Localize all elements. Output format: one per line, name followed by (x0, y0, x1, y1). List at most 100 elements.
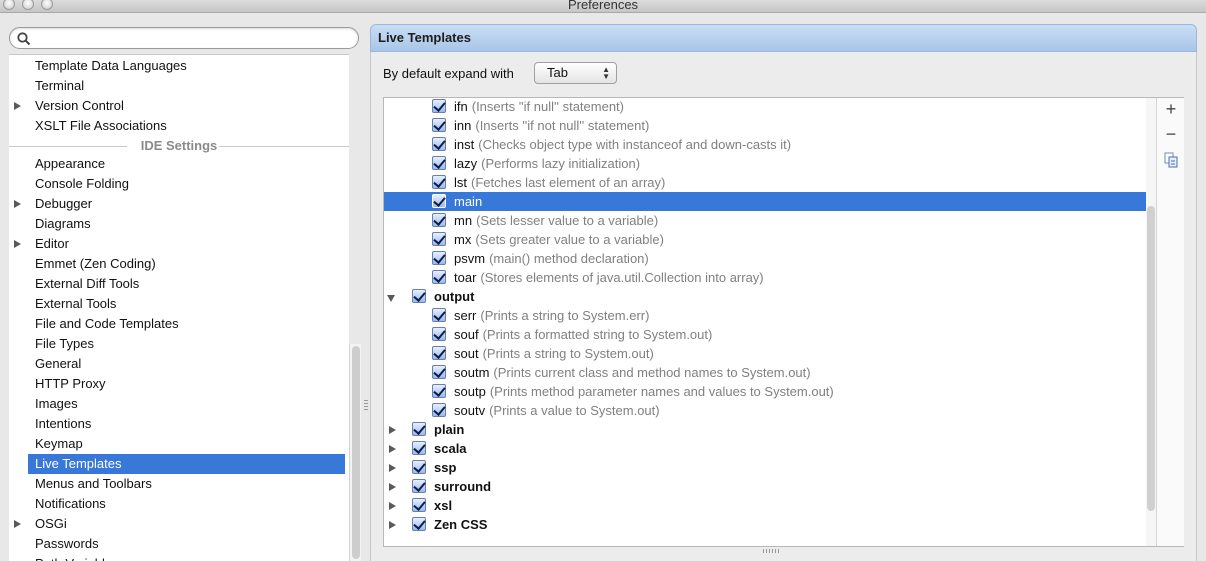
template-row[interactable]: soutp (Prints method parameter names and … (384, 382, 1146, 401)
template-row[interactable]: inn (Inserts ''if not null'' statement) (384, 116, 1146, 135)
search-input[interactable] (9, 27, 359, 49)
sidebar-item[interactable]: Keymap (9, 434, 349, 454)
sidebar-item[interactable]: File and Code Templates (9, 314, 349, 334)
sidebar-item[interactable]: XSLT File Associations (9, 116, 349, 136)
template-checkbox[interactable] (432, 270, 446, 284)
template-group-row[interactable]: Zen CSS (384, 515, 1146, 534)
sidebar-item[interactable]: Appearance (9, 154, 349, 174)
template-row[interactable]: soutv (Prints a value to System.out) (384, 401, 1146, 420)
sidebar-item[interactable]: External Tools (9, 294, 349, 314)
template-checkbox[interactable] (432, 251, 446, 265)
sidebar-item[interactable]: OSGi (9, 514, 349, 534)
sidebar-item[interactable]: Notifications (9, 494, 349, 514)
template-row[interactable]: mn (Sets lesser value to a variable) (384, 211, 1146, 230)
template-checkbox[interactable] (432, 194, 446, 208)
sidebar-item[interactable]: Emmet (Zen Coding) (9, 254, 349, 274)
sidebar-item[interactable]: Debugger (9, 194, 349, 214)
templates-scrollbar[interactable] (1146, 98, 1156, 546)
remove-icon[interactable]: − (1164, 125, 1178, 143)
template-group-row[interactable]: surround (384, 477, 1146, 496)
template-checkbox[interactable] (432, 327, 446, 341)
template-checkbox[interactable] (432, 346, 446, 360)
template-checkbox[interactable] (412, 441, 426, 455)
template-abbreviation: scala (434, 441, 467, 456)
sidebar-scrollbar-thumb[interactable] (352, 346, 360, 559)
sidebar-item[interactable]: External Diff Tools (9, 274, 349, 294)
sidebar-item[interactable]: HTTP Proxy (9, 374, 349, 394)
template-row[interactable]: ifn (Inserts ''if null'' statement) (384, 98, 1146, 116)
template-checkbox[interactable] (432, 156, 446, 170)
expand-arrow-icon[interactable] (14, 240, 21, 248)
sidebar-item-label: Emmet (Zen Coding) (35, 256, 156, 271)
add-icon[interactable]: + (1164, 100, 1178, 118)
template-row[interactable]: soutm (Prints current class and method na… (384, 363, 1146, 382)
template-row[interactable]: lazy (Performs lazy initialization) (384, 154, 1146, 173)
sidebar-item[interactable]: Passwords (9, 534, 349, 554)
template-text: xsl (434, 496, 452, 515)
template-checkbox[interactable] (432, 232, 446, 246)
template-group-row[interactable]: scala (384, 439, 1146, 458)
template-checkbox[interactable] (432, 403, 446, 417)
templates-scrollbar-thumb[interactable] (1147, 206, 1155, 511)
search-icon (17, 32, 31, 46)
template-checkbox[interactable] (432, 99, 446, 113)
sidebar-item[interactable]: Intentions (9, 414, 349, 434)
template-checkbox[interactable] (432, 384, 446, 398)
pane-splitter[interactable] (363, 14, 370, 561)
expand-arrow-icon[interactable] (389, 464, 396, 472)
template-checkbox[interactable] (412, 289, 426, 303)
sidebar-item[interactable]: Menus and Toolbars (9, 474, 349, 494)
resize-grip-icon[interactable] (763, 549, 779, 553)
sidebar-item[interactable]: Diagrams (9, 214, 349, 234)
sidebar-item[interactable]: Images (9, 394, 349, 414)
template-description: (Sets lesser value to a variable) (476, 213, 659, 228)
template-row[interactable]: sout (Prints a string to System.out) (384, 344, 1146, 363)
template-checkbox[interactable] (432, 365, 446, 379)
sidebar-scrollbar[interactable] (349, 344, 361, 561)
sidebar-item[interactable]: Console Folding (9, 174, 349, 194)
expand-arrow-icon[interactable] (389, 502, 396, 510)
expand-arrow-icon[interactable] (14, 520, 21, 528)
template-row[interactable]: mx (Sets greater value to a variable) (384, 230, 1146, 249)
expand-arrow-icon[interactable] (389, 445, 396, 453)
template-checkbox[interactable] (412, 479, 426, 493)
template-checkbox[interactable] (432, 308, 446, 322)
template-checkbox[interactable] (412, 422, 426, 436)
template-checkbox[interactable] (432, 175, 446, 189)
template-row[interactable]: toar (Stores elements of java.util.Collec… (384, 268, 1146, 287)
collapse-arrow-icon[interactable] (387, 295, 395, 302)
sidebar-item[interactable]: General (9, 354, 349, 374)
template-checkbox[interactable] (412, 498, 426, 512)
template-group-row[interactable]: output (384, 287, 1146, 306)
template-group-row[interactable]: xsl (384, 496, 1146, 515)
template-group-row[interactable]: plain (384, 420, 1146, 439)
template-checkbox[interactable] (412, 517, 426, 531)
template-row[interactable]: serr (Prints a string to System.err) (384, 306, 1146, 325)
template-description: (Stores elements of java.util.Collection… (480, 270, 764, 285)
template-checkbox[interactable] (432, 137, 446, 151)
template-checkbox[interactable] (432, 118, 446, 132)
template-checkbox[interactable] (432, 213, 446, 227)
sidebar-item[interactable]: Editor (9, 234, 349, 254)
template-abbreviation: psvm (454, 251, 486, 266)
expand-arrow-icon[interactable] (389, 483, 396, 491)
sidebar-item[interactable]: Live Templates (28, 454, 345, 474)
sidebar-item[interactable]: Version Control (9, 96, 349, 116)
sidebar-item[interactable]: Template Data Languages (9, 56, 349, 76)
sidebar-item[interactable]: Terminal (9, 76, 349, 96)
copy-icon[interactable] (1164, 152, 1178, 168)
expand-with-select[interactable]: Tab ▲ ▼ (534, 62, 617, 84)
sidebar-item[interactable]: File Types (9, 334, 349, 354)
template-row[interactable]: lst (Fetches last element of an array) (384, 173, 1146, 192)
expand-arrow-icon[interactable] (389, 521, 396, 529)
template-checkbox[interactable] (412, 460, 426, 474)
template-row[interactable]: inst (Checks object type with instanceof … (384, 135, 1146, 154)
expand-arrow-icon[interactable] (14, 102, 21, 110)
expand-arrow-icon[interactable] (14, 200, 21, 208)
template-row[interactable]: souf (Prints a formatted string to System… (384, 325, 1146, 344)
sidebar-item[interactable]: Path Variables (9, 554, 349, 561)
template-row[interactable]: main (384, 192, 1146, 211)
template-group-row[interactable]: ssp (384, 458, 1146, 477)
template-row[interactable]: psvm (main() method declaration) (384, 249, 1146, 268)
expand-arrow-icon[interactable] (389, 426, 396, 434)
